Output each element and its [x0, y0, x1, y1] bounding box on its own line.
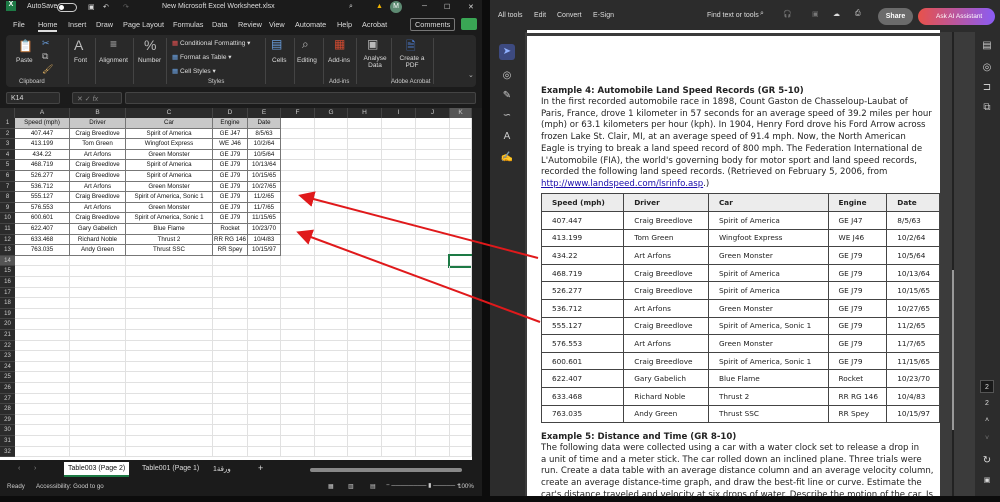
annotation-arrows: [296, 191, 541, 323]
arrow-to-excel-row: [296, 229, 541, 323]
arrow-to-excel-table: [298, 191, 539, 259]
